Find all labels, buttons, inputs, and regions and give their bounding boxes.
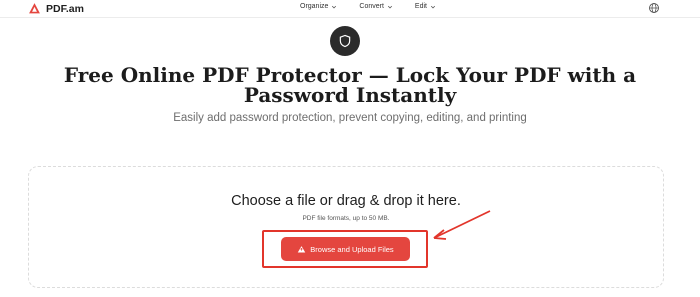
file-dropzone[interactable]: Choose a file or drag & drop it here. PD… <box>28 166 664 288</box>
page-title: Free Online PDF Protector — Lock Your PD… <box>63 63 637 107</box>
pdf-am-logo-icon <box>29 3 40 14</box>
globe-icon[interactable] <box>648 2 660 14</box>
chevron-down-icon <box>332 5 337 8</box>
page-subtitle: Easily add password protection, prevent … <box>173 112 527 124</box>
nav-convert[interactable]: Convert <box>359 3 393 10</box>
chevron-down-icon <box>387 5 392 8</box>
brand-name: PDF.am <box>46 2 84 15</box>
brand-logo[interactable]: PDF.am <box>28 2 84 15</box>
shield-icon <box>339 34 351 48</box>
browse-upload-button-label: Browse and Upload Files <box>310 244 394 254</box>
dropzone-title: Choose a file or drag & drop it here. <box>231 193 461 209</box>
nav-organize[interactable]: Organize <box>300 3 337 10</box>
hero-shield-badge <box>330 26 360 56</box>
nav-organize-label: Organize <box>300 3 329 10</box>
upload-icon <box>298 245 306 252</box>
nav-edit[interactable]: Edit <box>415 3 436 10</box>
browse-upload-button[interactable]: Browse and Upload Files <box>281 237 410 261</box>
top-navigation-bar: PDF.am Organize Convert Edit <box>0 0 700 18</box>
nav-convert-label: Convert <box>359 3 384 10</box>
chevron-down-icon <box>430 5 436 8</box>
dropzone-hint: PDF file formats, up to 50 MB. <box>302 215 390 222</box>
nav-edit-label: Edit <box>414 3 427 10</box>
main-nav: Organize Convert Edit <box>300 3 458 10</box>
